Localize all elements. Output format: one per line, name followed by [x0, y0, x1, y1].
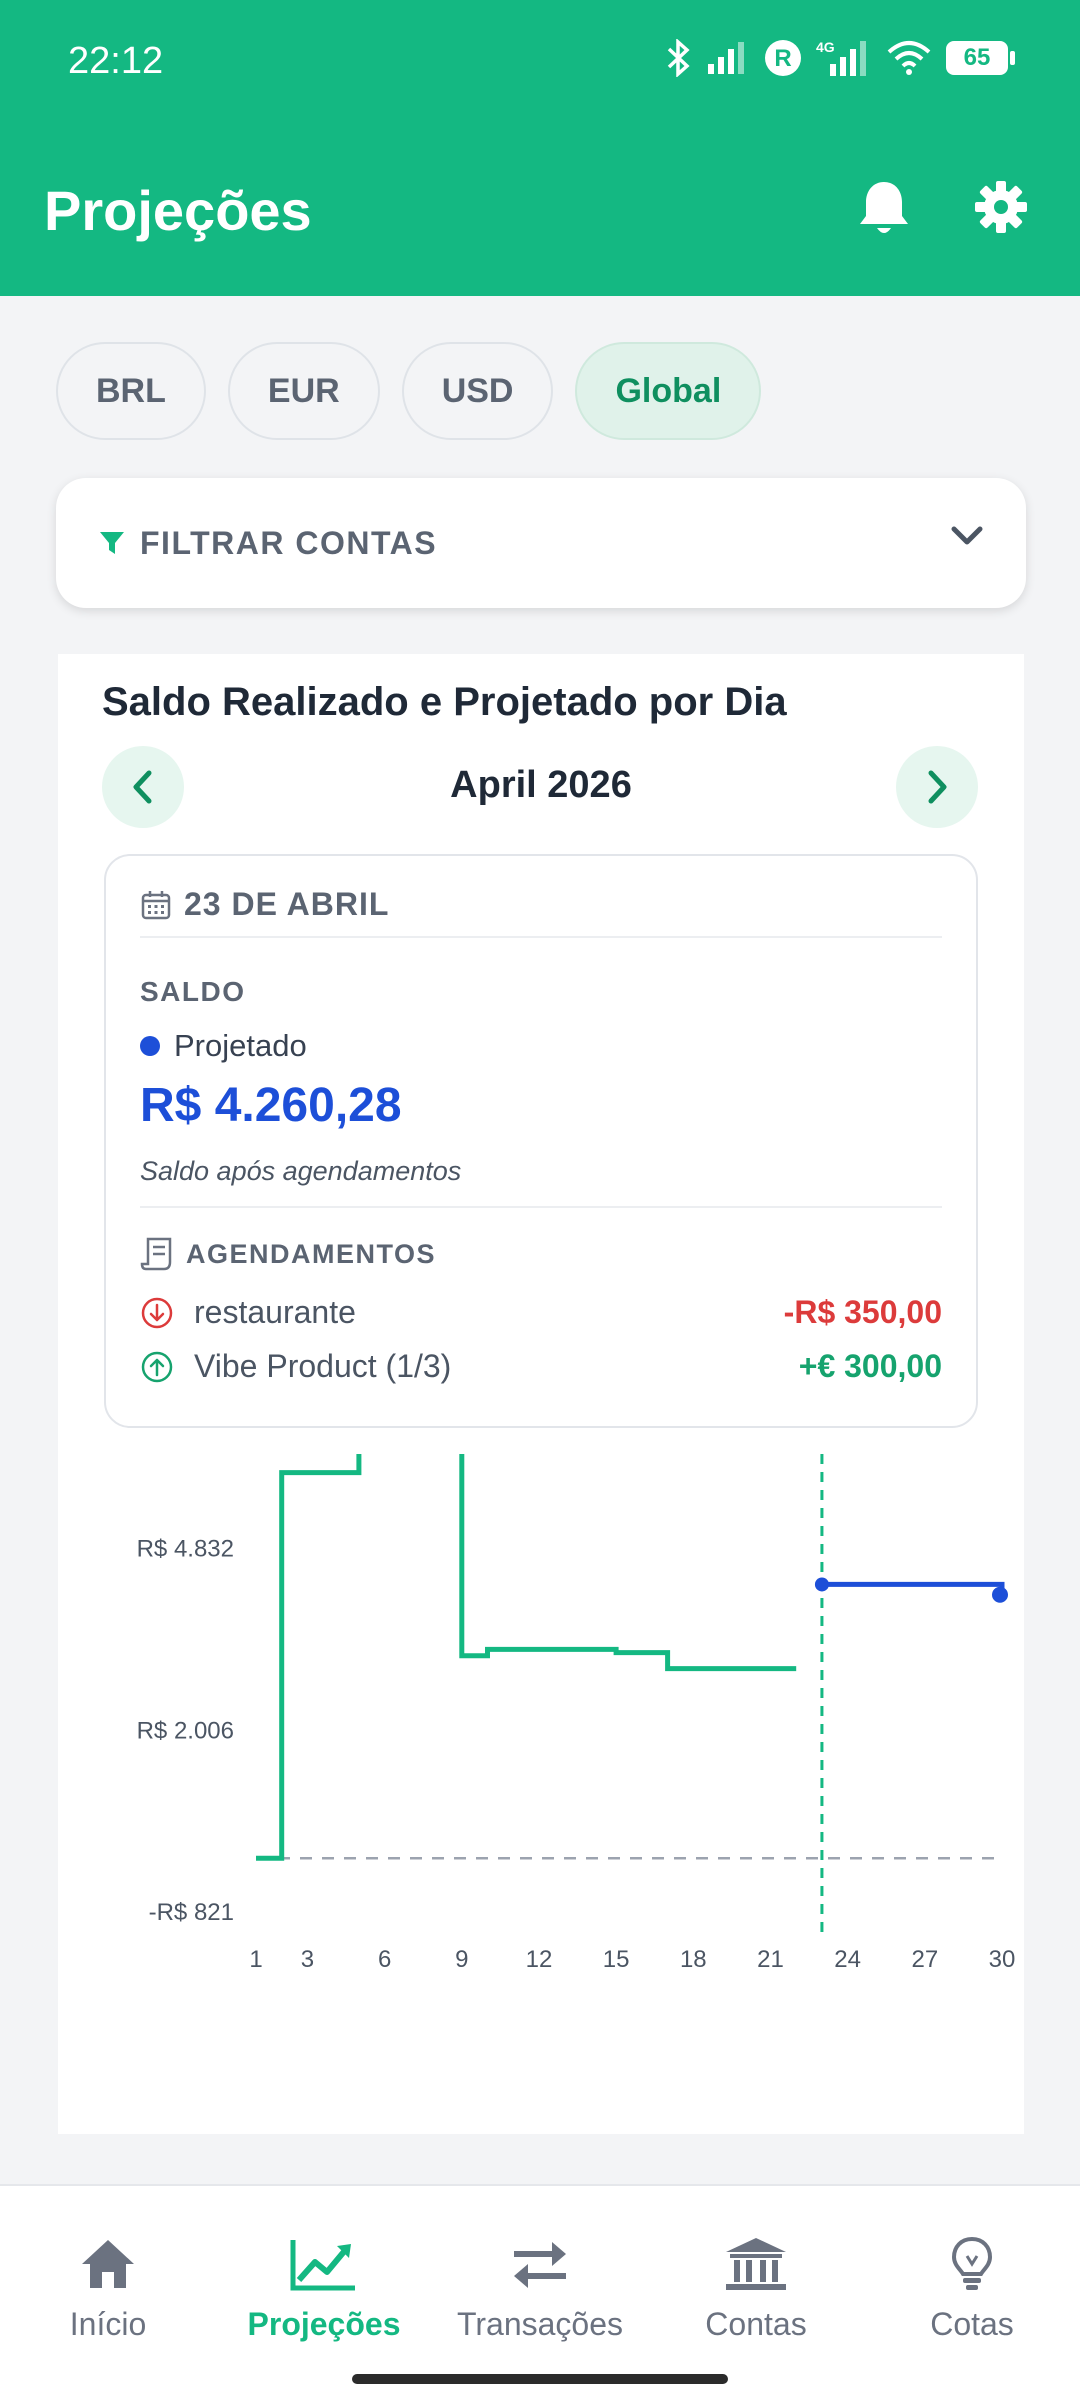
nav-cotas[interactable]: Cotas [864, 2236, 1080, 2343]
divider [140, 1206, 942, 1208]
saldo-label: SALDO [140, 976, 246, 1007]
chart-title: Saldo Realizado e Projetado por Dia [102, 680, 787, 724]
agendamentos-header: AGENDAMENTOS [140, 1236, 436, 1272]
status-time: 22:12 [68, 40, 164, 82]
page-title: Projeções [44, 179, 312, 242]
lightbulb-icon [951, 2236, 993, 2290]
nav-inicio[interactable]: Início [0, 2236, 216, 2343]
bluetooth-icon [667, 39, 690, 77]
projected-legend: Projetado [140, 1028, 307, 1064]
realized-series-line [256, 1454, 797, 1861]
chip-usd[interactable]: USD [401, 342, 554, 440]
svg-text:R: R [774, 45, 791, 72]
home-icon [82, 2240, 134, 2288]
x-tick-label: 1 [249, 1946, 262, 1973]
nav-projecoes[interactable]: Projeções [216, 2236, 432, 2343]
chevron-right-icon [928, 770, 947, 804]
filter-accounts-dropdown[interactable]: FILTRAR CONTAS [56, 478, 1026, 608]
nav-transacoes[interactable]: Transações [432, 2236, 648, 2343]
month-label: April 2026 [450, 764, 632, 806]
y-tick-label: R$ 4.832 [137, 1536, 234, 1563]
schedule-item-name: restaurante [194, 1294, 356, 1330]
status-icons: R 4G 65 [666, 38, 1015, 78]
x-tick-label: 15 [603, 1946, 630, 1973]
y-tick-label: R$ 2.006 [137, 1717, 234, 1744]
signal-icon [708, 42, 744, 74]
filter-label: FILTRAR CONTAS [140, 524, 438, 561]
detail-date: 23 DE ABRIL [184, 886, 390, 922]
x-tick-label: 18 [680, 1946, 707, 1973]
signal-4g-icon: 4G [816, 39, 866, 76]
nav-label: Contas [705, 2306, 807, 2342]
y-tick-label: -R$ 821 [149, 1899, 234, 1926]
home-indicator [352, 2374, 728, 2384]
receipt-icon [140, 1237, 172, 1271]
currency-chips: BRL EUR USD Global [56, 342, 762, 440]
gear-icon[interactable] [974, 180, 1028, 234]
nav-label: Cotas [930, 2306, 1014, 2342]
x-tick-label: 3 [301, 1946, 314, 1973]
x-tick-label: 30 [989, 1946, 1016, 1973]
projected-start-point [814, 1577, 829, 1592]
agendamentos-label: AGENDAMENTOS [186, 1238, 437, 1269]
projected-series-line [821, 1581, 1005, 1595]
balance-chart[interactable]: R$ 7.659R$ 4.832R$ 2.006-R$ 821136912151… [58, 1454, 1024, 2114]
projected-label: Projetado [174, 1028, 307, 1063]
x-tick-label: 9 [455, 1946, 468, 1973]
bank-icon [726, 2238, 786, 2290]
x-tick-label: 6 [378, 1946, 391, 1973]
next-month-button[interactable] [896, 746, 978, 828]
app-bar: 22:12 R 4G 65 Projeções [0, 0, 1080, 296]
projected-amount: R$ 4.260,28 [140, 1079, 402, 1132]
wifi-icon [887, 41, 931, 75]
divider [140, 936, 942, 938]
bottom-nav: Início Projeções Transações Contas Cotas [0, 2184, 1080, 2400]
projected-dot [140, 1036, 160, 1056]
roaming-icon: R [765, 40, 801, 76]
nav-label: Transações [457, 2306, 623, 2342]
chart-line-icon [290, 2240, 355, 2291]
projected-end-point [992, 1586, 1008, 1603]
x-tick-label: 21 [757, 1946, 784, 1973]
schedule-item[interactable]: Vibe Product (1/3) +€ 300,00 [140, 1348, 942, 1385]
nav-label: Projeções [247, 2306, 401, 2342]
x-tick-label: 27 [911, 1946, 938, 1973]
arrow-up-circle-icon [141, 1351, 173, 1382]
schedule-item-value: +€ 300,00 [798, 1348, 942, 1384]
day-detail-panel: 23 DE ABRIL SALDO Projetado R$ 4.260,28 … [104, 854, 978, 1428]
battery-indicator: 65 [946, 41, 1015, 75]
bell-icon[interactable] [856, 178, 912, 238]
nav-label: Início [69, 2306, 147, 2342]
x-tick-label: 24 [834, 1946, 861, 1973]
schedule-item[interactable]: restaurante -R$ 350,00 [140, 1294, 942, 1331]
chip-global[interactable]: Global [575, 342, 762, 440]
chip-brl[interactable]: BRL [56, 342, 206, 440]
transfer-arrows-icon [514, 2242, 566, 2288]
filter-icon [100, 532, 124, 554]
calendar-icon [141, 890, 171, 919]
chevron-down-icon [951, 526, 983, 545]
detail-date-row: 23 DE ABRIL [140, 886, 389, 923]
schedule-item-name: Vibe Product (1/3) [194, 1348, 452, 1384]
nav-contas[interactable]: Contas [648, 2236, 864, 2343]
chart-card: Saldo Realizado e Projetado por Dia Apri… [58, 654, 1024, 2134]
arrow-down-circle-icon [141, 1297, 173, 1328]
x-tick-label: 12 [526, 1946, 553, 1973]
projected-note: Saldo após agendamentos [140, 1156, 462, 1186]
schedule-item-value: -R$ 350,00 [783, 1294, 942, 1330]
chip-eur[interactable]: EUR [227, 342, 380, 440]
svg-text:4G: 4G [816, 39, 835, 55]
